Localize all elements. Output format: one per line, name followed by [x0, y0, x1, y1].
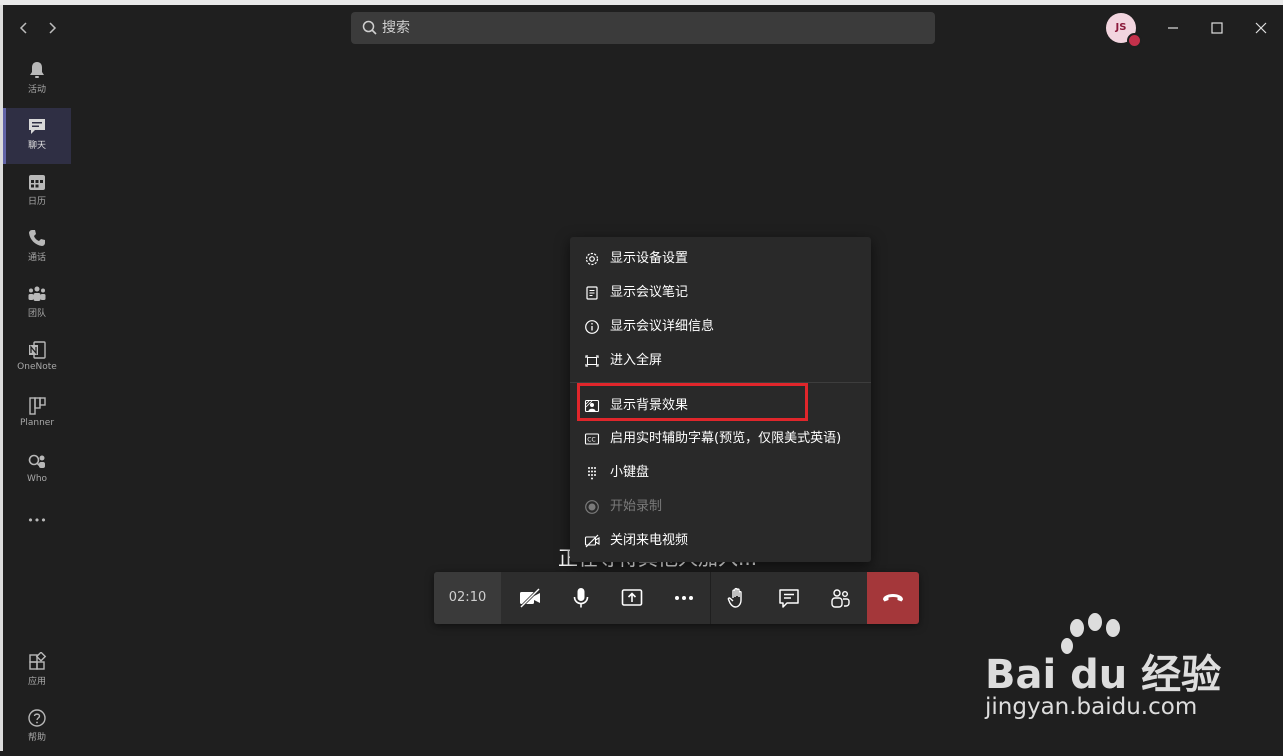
search-placeholder: 搜索	[382, 20, 410, 36]
rail-label: Planner	[19, 418, 55, 428]
hang-up-icon	[883, 594, 903, 602]
dialpad-icon	[584, 465, 600, 481]
menu-item-live-captions[interactable]: CC 启用实时辅助字幕(预览，仅限美式英语)	[570, 422, 871, 456]
rail-label: 应用	[27, 677, 46, 687]
rail-item-who[interactable]: Who	[3, 444, 71, 500]
watermark-brand: Bai du 经验	[985, 652, 1222, 698]
rail-item-calls[interactable]: 通话	[3, 220, 71, 276]
menu-item-turn-off-incoming-video[interactable]: 关闭来电视频	[570, 524, 871, 558]
who-icon	[28, 454, 45, 468]
forward-arrow-icon[interactable]	[43, 19, 61, 37]
rail-item-planner[interactable]: Planner	[3, 388, 71, 444]
menu-item-device-settings[interactable]: 显示设备设置	[570, 242, 871, 276]
onenote-icon	[29, 341, 46, 359]
more-apps-button[interactable]: •••	[3, 506, 71, 536]
hang-up-button[interactable]	[867, 572, 919, 624]
rail-item-chat[interactable]: 聊天	[3, 108, 71, 164]
rail-item-apps[interactable]: 应用	[3, 644, 71, 700]
more-icon: •••	[27, 514, 47, 527]
menu-item-label: 显示会议详细信息	[610, 319, 715, 334]
rail-label: 日历	[27, 197, 46, 207]
raise-hand-button[interactable]	[711, 572, 763, 624]
rail-label: 聊天	[27, 141, 46, 151]
rail-item-teams[interactable]: 团队	[3, 276, 71, 332]
annotation-highlight-box	[577, 383, 808, 421]
calendar-icon	[29, 175, 45, 190]
menu-item-meeting-notes[interactable]: 显示会议笔记	[570, 276, 871, 310]
app-rail: 活动 聊天 日历 通话 团队 OneNote Planner Who ••• 应…	[3, 51, 71, 751]
menu-item-label: 显示会议笔记	[610, 285, 689, 300]
info-icon	[584, 319, 600, 335]
participants-button[interactable]	[814, 572, 866, 624]
rail-label: OneNote	[17, 362, 57, 372]
chat-icon	[779, 589, 799, 608]
rail-label: 活动	[27, 85, 46, 95]
baidu-jingyan-watermark: Bai du 经验 jingyan.baidu.com	[985, 612, 1275, 732]
rail-label: 团队	[27, 309, 46, 319]
notes-icon	[584, 285, 600, 301]
menu-item-label: 小键盘	[610, 465, 650, 480]
apps-icon	[29, 652, 47, 670]
fullscreen-icon	[584, 353, 600, 369]
back-arrow-icon[interactable]	[15, 19, 33, 37]
close-icon[interactable]	[1248, 15, 1274, 41]
microphone-icon	[573, 588, 589, 608]
more-actions-button[interactable]	[658, 572, 710, 624]
minimize-icon[interactable]	[1160, 15, 1186, 41]
rail-label: 通话	[27, 253, 46, 263]
maximize-icon[interactable]	[1204, 15, 1230, 41]
rail-item-help[interactable]: 帮助	[3, 700, 71, 756]
camera-toggle-button[interactable]	[504, 572, 556, 624]
hand-icon	[727, 587, 742, 608]
call-timer: 02:10	[434, 572, 501, 624]
svg-text:CC: CC	[587, 437, 595, 444]
chat-icon	[29, 119, 45, 134]
captions-icon: CC	[584, 431, 600, 447]
call-controls-bar: 02:10	[434, 572, 919, 624]
record-icon	[584, 499, 600, 515]
rail-label: 帮助	[27, 733, 46, 743]
menu-item-label: 启用实时辅助字幕(预览，仅限美式英语)	[610, 431, 842, 446]
more-icon	[675, 596, 693, 600]
gear-icon	[584, 251, 600, 267]
planner-icon	[29, 397, 46, 415]
menu-item-label: 开始录制	[610, 499, 663, 514]
people-icon	[831, 589, 850, 608]
share-screen-button[interactable]	[606, 572, 658, 624]
presence-status-badge	[1127, 33, 1142, 48]
menu-item-label: 进入全屏	[610, 353, 663, 368]
rail-label: Who	[26, 474, 48, 484]
mic-toggle-button[interactable]	[555, 572, 607, 624]
menu-item-meeting-details[interactable]: 显示会议详细信息	[570, 310, 871, 344]
watermark-url: jingyan.baidu.com	[985, 694, 1198, 720]
rail-item-calendar[interactable]: 日历	[3, 164, 71, 220]
menu-item-dialpad[interactable]: 小键盘	[570, 456, 871, 490]
title-bar: 搜索 JS	[3, 5, 1283, 51]
search-icon	[361, 19, 379, 37]
teams-icon	[28, 286, 46, 301]
search-box[interactable]: 搜索	[351, 12, 935, 44]
menu-item-fullscreen[interactable]: 进入全屏	[570, 344, 871, 378]
conversation-button[interactable]	[763, 572, 815, 624]
camera-off-icon	[519, 587, 541, 609]
share-tray-icon	[621, 589, 643, 606]
video-off-icon	[584, 533, 600, 549]
help-icon	[28, 709, 46, 727]
bell-icon	[30, 62, 44, 78]
rail-item-onenote[interactable]: OneNote	[3, 332, 71, 388]
phone-icon	[29, 230, 45, 246]
menu-item-label: 显示设备设置	[610, 251, 689, 266]
menu-item-start-recording: 开始录制	[570, 490, 871, 524]
rail-item-activity[interactable]: 活动	[3, 52, 71, 108]
menu-item-label: 关闭来电视频	[610, 533, 689, 548]
